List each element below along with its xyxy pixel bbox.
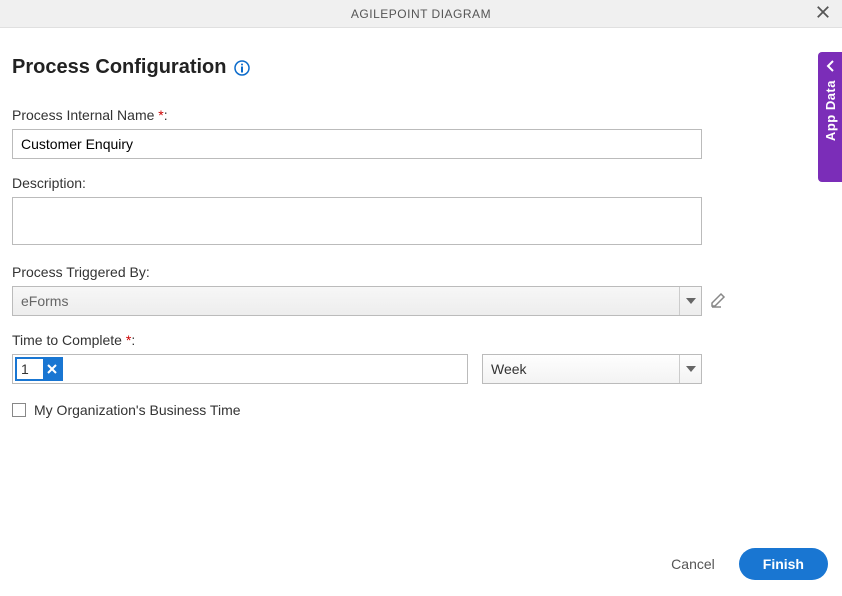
input-time-to-complete[interactable]: 1 [12,354,468,384]
select-process-triggered-by[interactable]: eForms [12,286,702,316]
select-time-unit[interactable]: Week [482,354,702,384]
time-value-box: 1 [15,357,63,381]
chevron-left-icon [826,60,834,72]
field-description: Description: [12,175,830,248]
dialog-header: AGILEPOINT DIAGRAM [0,0,842,28]
close-icon[interactable] [814,4,832,22]
label-text: Time to Complete [12,332,122,348]
clear-icon[interactable] [43,359,61,379]
checkbox-business-time[interactable] [12,403,26,417]
edit-icon[interactable] [710,292,728,310]
field-time-to-complete: Time to Complete *: 1 Week [12,332,830,384]
finish-button[interactable]: Finish [739,548,828,580]
side-tab-app-data[interactable]: App Data [818,52,842,182]
label-colon: : [164,107,168,123]
label-colon: : [131,332,135,348]
page-title-row: Process Configuration [12,56,830,79]
page-title: Process Configuration [12,56,226,79]
triggered-by-row: eForms [12,286,830,316]
time-value: 1 [17,361,43,377]
field-process-triggered-by: Process Triggered By: eForms [12,264,830,316]
side-tab-label: App Data [823,80,838,141]
chevron-down-icon [679,287,701,315]
field-process-internal-name: Process Internal Name *: [12,107,830,159]
info-icon[interactable] [234,60,250,76]
input-process-internal-name[interactable] [12,129,702,159]
cancel-button[interactable]: Cancel [671,556,715,572]
label-description: Description: [12,175,830,191]
dialog-title: AGILEPOINT DIAGRAM [351,7,491,21]
chevron-down-icon [679,355,701,383]
label-process-internal-name: Process Internal Name *: [12,107,830,123]
field-business-time: My Organization's Business Time [12,402,830,418]
select-value: eForms [13,293,679,309]
label-process-triggered-by: Process Triggered By: [12,264,830,280]
label-business-time: My Organization's Business Time [34,402,241,418]
dialog-footer: Cancel Finish [671,548,828,580]
dialog-content: Process Configuration Process Internal N… [0,28,842,430]
time-to-complete-row: 1 Week [12,354,830,384]
input-description[interactable] [12,197,702,245]
label-time-to-complete: Time to Complete *: [12,332,830,348]
select-value: Week [483,361,679,377]
label-text: Process Internal Name [12,107,154,123]
